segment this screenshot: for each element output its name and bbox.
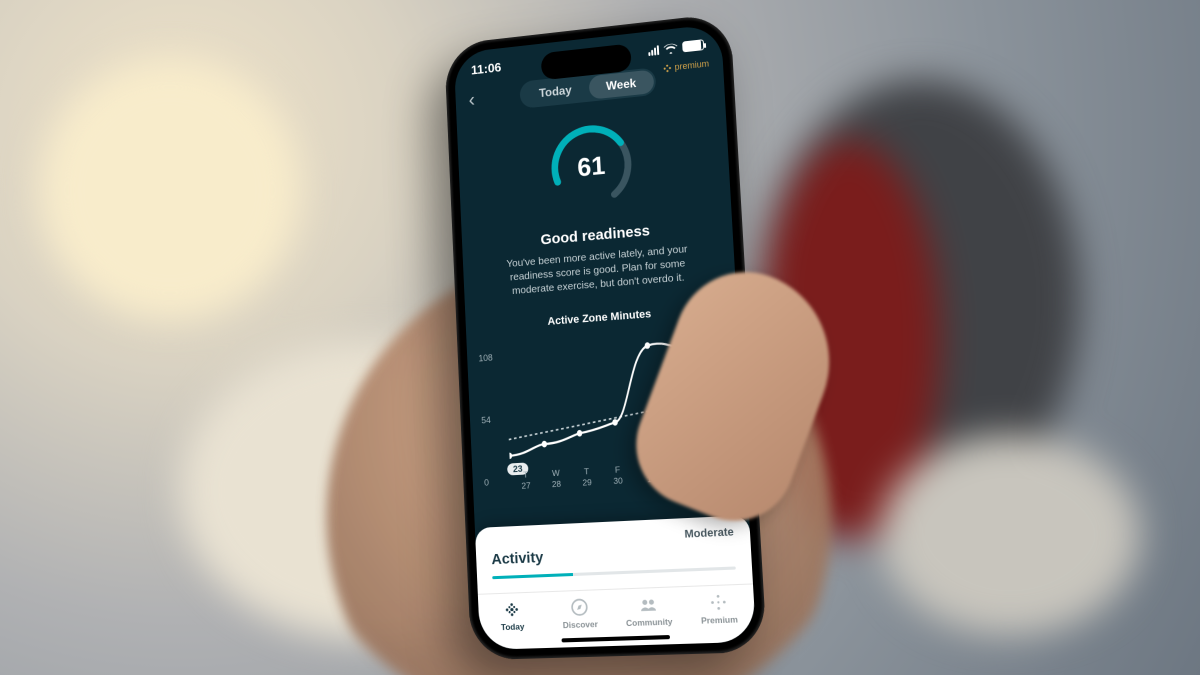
wifi-icon: [664, 42, 678, 54]
readiness-score: 61: [545, 116, 638, 214]
activity-progress: [492, 566, 736, 579]
tab-today-bottom[interactable]: Today: [478, 598, 547, 650]
clock: 11:06: [471, 59, 502, 77]
fitbit-icon: [502, 599, 522, 620]
tab-label: Premium: [701, 614, 738, 626]
tab-today[interactable]: Today: [521, 76, 589, 106]
y-tick: 108: [478, 352, 493, 363]
tab-label: Discover: [563, 618, 599, 629]
tab-premium[interactable]: Premium: [683, 590, 757, 643]
community-icon: [638, 594, 659, 615]
premium-icon: [708, 591, 729, 612]
tab-bar: Today Discover Community Premium: [478, 583, 756, 650]
cellular-icon: [648, 44, 659, 55]
y-tick: 0: [484, 477, 489, 487]
back-icon[interactable]: ‹: [468, 89, 475, 112]
battery-icon: [682, 39, 704, 52]
activity-card[interactable]: Moderate Activity: [475, 515, 753, 594]
readiness-ring[interactable]: 61: [545, 116, 638, 214]
compass-icon: [569, 596, 589, 617]
y-tick: 54: [481, 414, 491, 424]
tab-label: Today: [501, 621, 525, 632]
tab-label: Community: [626, 616, 673, 628]
